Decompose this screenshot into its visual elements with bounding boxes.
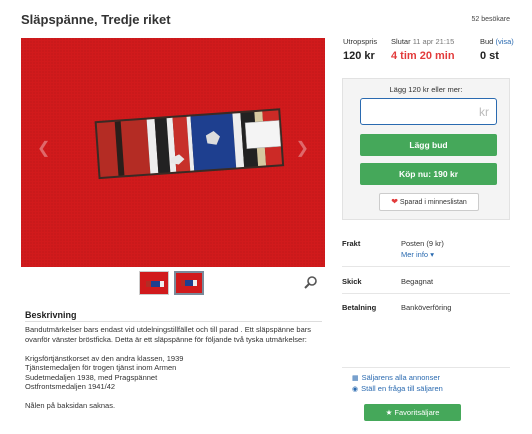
payment-value: Banköverföring (401, 303, 452, 312)
description-heading: Beskrivning (25, 310, 77, 320)
bids: Bud (visa) 0 st (480, 37, 514, 62)
buy-now-button[interactable]: Köp nu: 190 kr (360, 163, 497, 185)
save-to-watchlist-button[interactable]: ❤ Sparad i minneslistan (379, 193, 479, 211)
end-time-date: 11 apr 21:15 (412, 37, 455, 46)
time-left: 4 tim 20 min (391, 50, 455, 62)
description-note: Nålen på baksidan saknas. (25, 401, 116, 410)
description-list: Krigsförtjänstkorset av den andra klasse… (25, 354, 325, 392)
payment-label: Betalning (342, 303, 377, 312)
ask-seller-link[interactable]: ◉ Ställ en fråga till säljaren (352, 384, 443, 393)
show-bids-link[interactable]: (visa) (495, 37, 513, 46)
zoom-icon[interactable] (304, 275, 318, 289)
description-body: Bandutmärkelser bars endast vid utdelnin… (25, 325, 325, 420)
bids-count: 0 st (480, 50, 499, 62)
start-price-value: 120 kr (343, 50, 375, 62)
info-divider (342, 266, 510, 267)
save-label: Sparad i minneslistan (399, 199, 467, 206)
seller-listings-link[interactable]: ▦ Säljarens alla annonser (352, 373, 440, 382)
start-price: Utropspris 120 kr (343, 37, 377, 62)
favorite-seller-button[interactable]: ★ Favoritsäljare (364, 404, 461, 421)
condition-value: Begagnat (401, 277, 434, 286)
end-time: Slutar 11 apr 21:15 4 tim 20 min (391, 37, 455, 62)
description-item: Sudetmedaljen 1938, med Pragspännet (25, 372, 158, 382)
place-bid-button[interactable]: Lägg bud (360, 134, 497, 156)
info-divider (342, 293, 510, 294)
shipping-label: Frakt (342, 239, 361, 248)
description-intro: Bandutmärkelser bars endast vid utdelnin… (25, 325, 311, 344)
end-time-prefix: Slutar (391, 37, 411, 46)
listing-title: Släpspänne, Tredje riket (21, 12, 171, 27)
more-info-link[interactable]: Mer info ▾ (401, 250, 434, 259)
currency-suffix: kr (479, 105, 489, 119)
visitor-count: 52 besökare (471, 16, 510, 23)
condition-label: Skick (342, 277, 362, 286)
bid-instruction: Lägg 120 kr eller mer: (389, 85, 463, 94)
seller-panel: ▦ Säljarens alla annonser ◉ Ställ en fråga… (342, 367, 510, 434)
bid-amount-input[interactable]: kr (360, 98, 497, 125)
chevron-down-icon: ▾ (430, 250, 434, 259)
description-divider (25, 321, 322, 322)
next-image-arrow-icon[interactable]: ❯ (296, 138, 309, 158)
bids-label: Bud (480, 37, 494, 46)
main-product-image[interactable]: ❮ ❯ (21, 38, 325, 267)
description-item: Krigsförtjänstkorset av den andra klasse… (25, 353, 184, 363)
start-price-label: Utropspris (343, 37, 378, 46)
ribbon-bar-photo (21, 38, 325, 267)
description-item: Tjänstemedaljen för trogen tjänst inom A… (25, 363, 177, 372)
chat-bubble-icon: ◉ (352, 386, 359, 393)
grid-icon: ▦ (352, 375, 359, 382)
prev-image-arrow-icon[interactable]: ❮ (37, 138, 50, 158)
bid-panel: Lägg 120 kr eller mer: kr Lägg bud Köp n… (342, 78, 510, 220)
heart-icon: ❤ (391, 197, 398, 206)
description-item: Ostfrontsmedaljen 1941/42 (25, 382, 116, 391)
thumbnail-1[interactable] (139, 271, 169, 295)
shipping-value: Posten (9 kr) (401, 239, 444, 248)
star-icon: ★ (385, 408, 393, 417)
thumbnail-2[interactable] (174, 271, 204, 295)
